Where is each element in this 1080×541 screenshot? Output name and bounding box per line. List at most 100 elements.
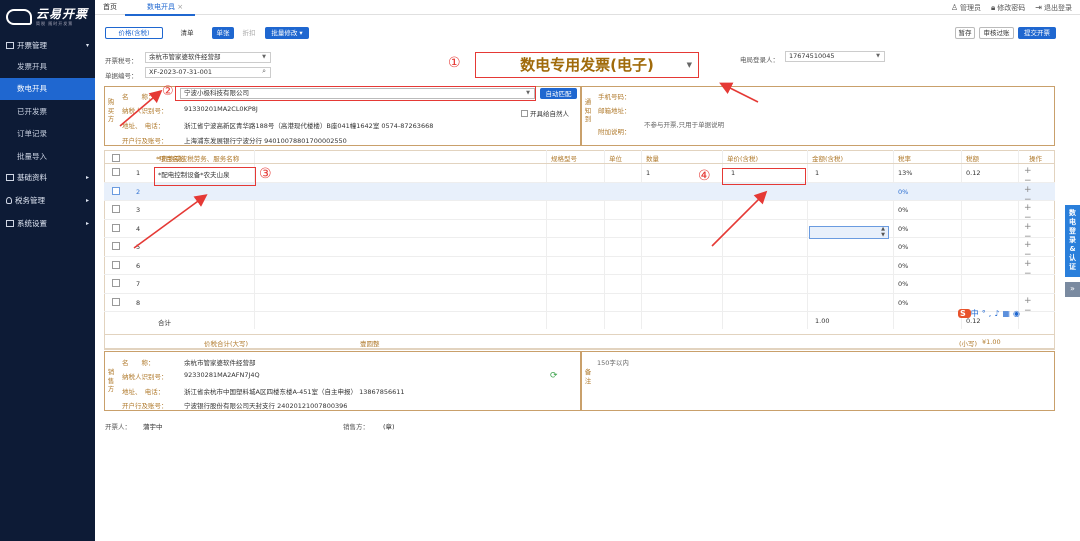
total-row: 合计 1.00 0.12: [104, 312, 1055, 329]
change-password-link[interactable]: 🔒︎ 修改密码: [991, 3, 1025, 13]
refresh-icon[interactable]: ⟳: [550, 371, 558, 381]
close-icon[interactable]: ×: [177, 3, 183, 11]
annotation-marker-1: ①: [448, 55, 461, 71]
rate-cell[interactable]: 0%: [898, 262, 908, 270]
tax-number-label: 开票税号：: [105, 57, 138, 65]
chevron-down-icon: ▼: [876, 53, 880, 59]
rate-cell[interactable]: 0%: [898, 243, 908, 251]
change-password-label: 修改密码: [997, 4, 1026, 12]
rate-cell[interactable]: 0%: [898, 225, 908, 233]
select-all-checkbox[interactable]: [112, 154, 120, 162]
col-header-tax: 税额: [966, 155, 979, 163]
list-button[interactable]: 清单: [168, 27, 206, 39]
table-row[interactable]: 6 0% + −: [104, 257, 1055, 279]
login-user-select[interactable]: 17674510045 ▼: [785, 51, 885, 62]
row-checkbox[interactable]: [112, 205, 120, 213]
tax-number-select[interactable]: 余杭市管家婆软件经营部 ▼: [145, 52, 271, 63]
col-header-ops: 操作: [1029, 155, 1042, 163]
seller-side-label: 销售方: [107, 368, 115, 393]
notify-section: [581, 86, 1055, 146]
doc-number-label: 单据编号：: [105, 72, 138, 80]
extra-note-label: 附加说明：: [598, 128, 631, 136]
nav-group-basic-data[interactable]: 基础资料 ▸: [0, 168, 95, 188]
ime-toolbar[interactable]: S 中°,♪▦◉: [958, 308, 1023, 319]
amount-cell[interactable]: 1: [815, 169, 819, 177]
row-checkbox[interactable]: [112, 297, 120, 306]
buyer-bank-value[interactable]: 上海浦东发展银行宁波分行 94010078801700002550: [184, 135, 347, 145]
nav-group-settings[interactable]: 系统设置 ▸: [0, 214, 95, 234]
auto-match-button[interactable]: 自动匹配: [540, 88, 577, 99]
extra-note-value[interactable]: 不参与开票,只用于单据说明: [644, 119, 724, 129]
annotation-box-price: [722, 168, 806, 185]
buyer-tax-id-value[interactable]: 91330201MA2CL0KP8J: [184, 105, 258, 113]
sidebar-item-issued-invoices[interactable]: 已开发票: [0, 100, 95, 123]
row-checkbox[interactable]: [112, 186, 120, 195]
invoice-type-select[interactable]: 数电专用发票(电子) ▼: [475, 52, 699, 78]
collapse-panel-button[interactable]: »: [1065, 282, 1080, 297]
row-checkbox[interactable]: [112, 223, 120, 232]
seller-bank-value: 宁波银行股份有限公司天封支行 24020121007800396: [184, 402, 348, 410]
table-row[interactable]: 3 0% + −: [104, 201, 1055, 223]
table-row[interactable]: 5 0% + −: [104, 238, 1055, 260]
price-tax-total: 价税合计(大写) 壹圆整 (小写) ¥1.00: [104, 334, 1055, 349]
price-incl-tax-toggle[interactable]: 价格(含税): [105, 27, 163, 39]
row-checkbox[interactable]: [112, 168, 120, 176]
natural-person-checkbox[interactable]: 开具给自然人: [521, 108, 569, 118]
remark-input[interactable]: 150字以内: [597, 357, 629, 367]
table-row[interactable]: 4 0% + −: [104, 220, 1055, 242]
ime-logo-icon: S: [958, 309, 971, 318]
doc-number-value: XF-2023-07-31-001: [149, 68, 213, 76]
annotation-marker-2: ②: [162, 84, 174, 99]
tab-digital-invoice[interactable]: 数电开具 ×: [125, 2, 196, 16]
rate-select-input[interactable]: ▲ ▼: [809, 226, 889, 239]
nav-group-tax[interactable]: 税务管理 ▸: [0, 191, 95, 211]
ime-mode[interactable]: 中: [971, 309, 982, 318]
drawer-value[interactable]: 蒲宇中: [143, 421, 163, 431]
keyboard-icon[interactable]: ▦: [1002, 309, 1013, 318]
total-upper-value: 壹圆整: [360, 340, 380, 348]
nav-group-invoicing[interactable]: 开票管理 ▾: [0, 35, 95, 55]
row-checkbox[interactable]: [112, 242, 120, 250]
sidebar-item-digital-invoice[interactable]: 数电开具: [0, 77, 95, 100]
row-checkbox[interactable]: [112, 279, 120, 287]
sidebar-item-issue-invoice[interactable]: 发票开具: [0, 55, 95, 78]
punctuation-icon[interactable]: °,: [982, 309, 995, 318]
tab-home[interactable]: 首页: [103, 2, 117, 12]
row-number: 1: [136, 169, 141, 177]
search-icon[interactable]: ⌕: [262, 67, 266, 76]
review-button[interactable]: 审核过账: [979, 27, 1014, 39]
app-logo: 云易开票 简税 随时开发票: [0, 0, 95, 34]
login-user-label: 电局登录人：: [740, 56, 779, 64]
table-row[interactable]: 8 0% + −: [104, 294, 1055, 316]
invoice-menu-icon: [6, 41, 14, 49]
col-header-unit: 单位: [609, 155, 622, 163]
logout-link[interactable]: ⇥ 退出登录: [1035, 3, 1072, 13]
discount-button[interactable]: 折扣: [238, 27, 260, 39]
col-header-rate: 税率: [898, 155, 911, 163]
row-checkbox[interactable]: [112, 260, 120, 269]
checkbox-icon[interactable]: [521, 110, 528, 117]
rate-cell[interactable]: 0%: [898, 206, 908, 214]
chevron-down-icon: ▼: [686, 61, 692, 69]
admin-menu[interactable]: ♙ 管理员: [951, 3, 981, 13]
sidebar-item-order-records[interactable]: 订单记录: [0, 123, 95, 146]
rate-cell[interactable]: 0%: [898, 299, 908, 307]
buyer-address-value[interactable]: 浙江省宁波高新区青华路188号（高港现代楼楼）B座041幢1642室 0574-…: [184, 120, 433, 130]
doc-number-field[interactable]: XF-2023-07-31-001 ⌕: [145, 67, 271, 78]
save-draft-button[interactable]: 暂存: [955, 27, 975, 39]
rate-cell[interactable]: 13%: [898, 169, 912, 177]
remark-section: [581, 351, 1055, 411]
sidebar-item-batch-import[interactable]: 批量导入: [0, 145, 95, 168]
issue-invoice-button[interactable]: 提交开票: [1018, 27, 1056, 39]
rate-cell[interactable]: 0%: [898, 188, 908, 196]
drawer-label: 开票人：: [105, 423, 131, 431]
qty-cell[interactable]: 1: [646, 169, 650, 177]
digital-login-auth-tab[interactable]: 数电登录&认证: [1065, 205, 1080, 277]
table-row[interactable]: 7 0%: [104, 275, 1055, 294]
total-lower-value: ¥1.00: [982, 338, 1001, 346]
skin-icon[interactable]: ◉: [1013, 309, 1023, 318]
spinner-icon[interactable]: ▲ ▼: [881, 226, 885, 238]
batch-modify-button[interactable]: 批量修改 ▾: [265, 27, 309, 39]
rate-cell[interactable]: 0%: [898, 280, 908, 288]
single-button[interactable]: 单张: [212, 27, 234, 39]
